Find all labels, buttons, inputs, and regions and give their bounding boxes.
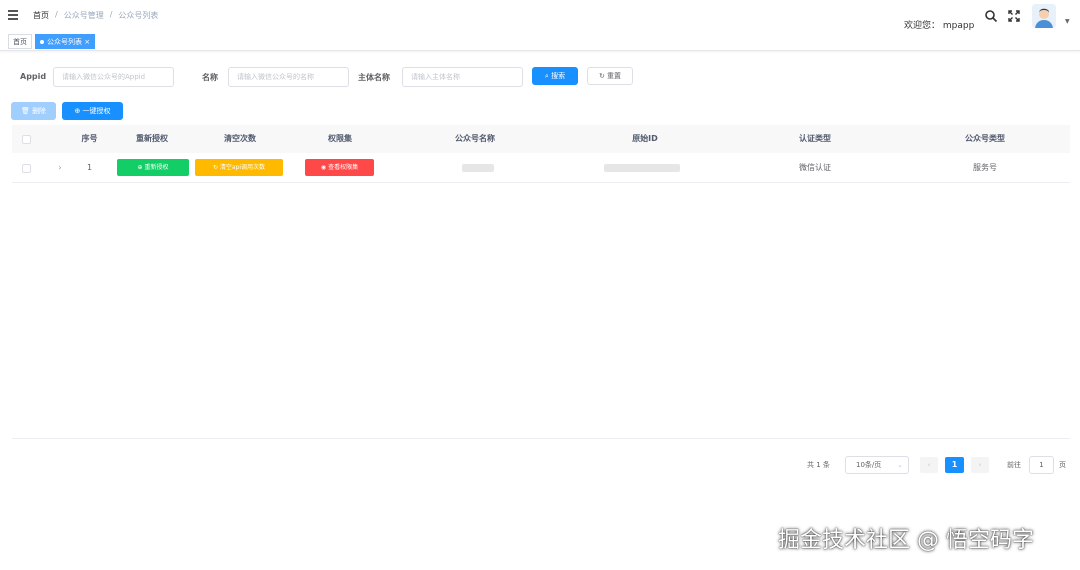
table-row[interactable]: › 1 ⊕ 重新授权 ↻ 清空api调用次数 ◉ 查看权限集 微信认证 服务号: [12, 153, 1070, 183]
appid-input[interactable]: 请输入微信公众号的Appid: [53, 67, 174, 87]
col-reauth: 重新授权: [136, 134, 168, 143]
reset-button-label: 重置: [607, 72, 622, 80]
tag-home-label: 首页: [13, 38, 27, 46]
close-icon[interactable]: ×: [84, 38, 90, 46]
refresh-icon: ↻: [212, 164, 218, 171]
pager-total: 共 1 条: [807, 461, 830, 469]
delete-button[interactable]: 🗑 删除: [11, 102, 56, 120]
breadcrumb-home[interactable]: 首页: [33, 10, 49, 21]
clear-quota-button[interactable]: ↻ 清空api调用次数: [195, 159, 283, 176]
tag-mp-list-label: 公众号列表: [47, 38, 82, 46]
row-checkbox[interactable]: [22, 164, 31, 173]
name-label: 名称: [202, 73, 218, 82]
breadcrumb: 首页 / 公众号管理 / 公众号列表: [33, 10, 158, 21]
view-icon: ◉: [320, 164, 327, 171]
watermark: 掘金技术社区 @ 悟空码字: [778, 528, 1034, 553]
account-type: 服务号: [973, 163, 997, 172]
reauth-button[interactable]: ⊕ 重新授权: [117, 159, 189, 176]
search-icon[interactable]: [984, 9, 998, 23]
breadcrumb-separator: /: [109, 10, 113, 19]
plus-circle-icon: ⊕: [137, 164, 143, 171]
col-index: 序号: [81, 134, 98, 143]
hamburger-icon[interactable]: [8, 10, 18, 20]
col-account-type: 公众号类型: [965, 134, 1005, 143]
delete-button-label: 删除: [32, 107, 47, 115]
goto-suffix: 页: [1059, 461, 1066, 469]
plus-circle-icon: ⊕: [74, 107, 81, 115]
prev-page-button[interactable]: ‹: [920, 457, 938, 473]
next-page-button[interactable]: ›: [971, 457, 989, 473]
col-permissions: 权限集: [328, 134, 352, 143]
breadcrumb-mp-manage[interactable]: 公众号管理: [64, 10, 104, 21]
verify-type: 微信认证: [799, 163, 831, 172]
col-verify-type: 认证类型: [799, 134, 831, 143]
page-size-select[interactable]: 10条/页 ⌄: [845, 456, 909, 474]
authorize-button-label: 一键授权: [82, 107, 111, 115]
refresh-icon: ↻: [598, 72, 605, 80]
col-clear-quota: 清空次数: [224, 134, 256, 143]
welcome-text: 欢迎您： mpapp: [904, 21, 975, 31]
breadcrumb-mp-list: 公众号列表: [118, 11, 159, 20]
mp-table: 序号 重新授权 清空次数 权限集 公众号名称 原始ID 认证类型 公众号类型 ›…: [12, 125, 1070, 439]
table-header: 序号 重新授权 清空次数 权限集 公众号名称 原始ID 认证类型 公众号类型: [12, 125, 1070, 153]
principal-input[interactable]: 请输入主体名称: [402, 67, 523, 87]
reset-button[interactable]: ↻ 重置: [587, 67, 633, 85]
redacted-original-id: [604, 164, 680, 172]
tag-mp-list[interactable]: 公众号列表 ×: [35, 34, 96, 49]
page-size-value: 10条/页: [856, 461, 882, 469]
redacted-name: [462, 164, 494, 172]
appid-label: Appid: [20, 72, 47, 81]
tag-home[interactable]: 首页: [8, 34, 32, 49]
search-icon: ⌕: [544, 72, 549, 80]
authorize-button[interactable]: ⊕ 一键授权: [62, 102, 123, 120]
col-name: 公众号名称: [455, 134, 495, 143]
chevron-down-icon: ⌄: [897, 461, 903, 469]
name-input[interactable]: 请输入微信公众号的名称: [228, 67, 349, 87]
navbar: 首页 / 公众号管理 / 公众号列表 欢迎您： mpapp ▼: [0, 0, 1080, 32]
goto-page-input[interactable]: 1: [1029, 456, 1054, 474]
fullscreen-icon[interactable]: [1007, 9, 1021, 23]
col-original-id: 原始ID: [632, 134, 658, 143]
view-permissions-button-label: 查看权限集: [328, 164, 359, 171]
clear-quota-button-label: 清空api调用次数: [219, 164, 266, 171]
tags-view: 首页 公众号列表 ×: [0, 33, 1080, 51]
page-number-1[interactable]: 1: [945, 457, 964, 473]
row-index: 1: [86, 163, 93, 172]
goto-prefix: 前往: [1007, 461, 1021, 469]
principal-label: 主体名称: [358, 73, 390, 82]
breadcrumb-separator: /: [55, 10, 58, 19]
expand-icon[interactable]: ›: [52, 153, 68, 183]
trash-icon: 🗑: [20, 107, 30, 115]
avatar[interactable]: [1032, 4, 1056, 28]
search-button-label: 搜索: [551, 72, 566, 80]
chevron-down-icon[interactable]: ▼: [1065, 18, 1070, 25]
search-button[interactable]: ⌕ 搜索: [532, 67, 578, 85]
view-permissions-button[interactable]: ◉ 查看权限集: [305, 159, 374, 176]
reauth-button-label: 重新授权: [144, 164, 169, 171]
select-all-checkbox[interactable]: [22, 135, 31, 144]
